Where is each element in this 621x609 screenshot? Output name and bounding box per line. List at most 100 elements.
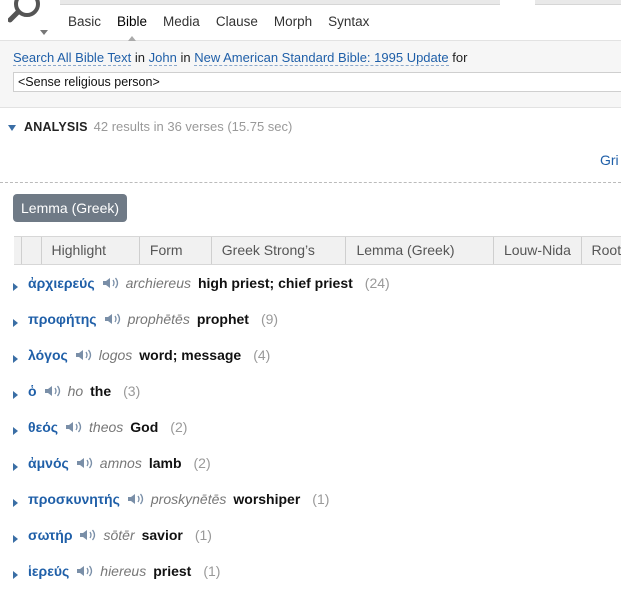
occurrence-count: (3) <box>123 383 141 399</box>
speaker-icon[interactable] <box>127 492 145 506</box>
tab-basic[interactable]: Basic <box>60 12 109 31</box>
search-type-tabs: Basic Bible Media Clause Morph Syntax <box>60 12 377 31</box>
column-header-lemma-greek[interactable]: Lemma (Greek) <box>346 237 494 264</box>
collapse-triangle-icon[interactable] <box>8 124 16 131</box>
occurrence-count: (1) <box>194 527 212 543</box>
expand-triangle-icon[interactable] <box>13 571 18 579</box>
drop-zone-divider <box>0 182 621 183</box>
speaker-icon[interactable] <box>76 456 94 470</box>
tab-clause[interactable]: Clause <box>208 12 266 31</box>
expand-triangle-icon[interactable] <box>13 355 18 363</box>
occurrence-count: (4) <box>253 347 271 363</box>
lemma-link[interactable]: ἱερεύς <box>28 563 69 579</box>
list-item[interactable]: ἀρχιερεύς archiereus high priest; chief … <box>0 270 621 306</box>
occurrence-count: (2) <box>193 455 211 471</box>
speaker-icon[interactable] <box>44 384 62 398</box>
gloss: God <box>130 419 159 435</box>
list-item[interactable]: σωτήρ sōtēr savior (1) <box>0 522 621 558</box>
search-toolbar: Basic Bible Media Clause Morph Syntax <box>0 0 621 41</box>
gloss: the <box>90 383 112 399</box>
lemma-link[interactable]: σωτήρ <box>28 527 72 543</box>
list-item[interactable]: ἱερεύς hiereus priest (1) <box>0 558 621 594</box>
column-header-greek-strongs[interactable]: Greek Strong’s <box>212 237 347 264</box>
occurrence-count: (24) <box>364 275 390 291</box>
grid-view-link[interactable]: Gri <box>600 152 619 168</box>
lemma-link[interactable]: ἀμνός <box>28 455 69 471</box>
tab-morph[interactable]: Morph <box>266 12 320 31</box>
expand-triangle-icon[interactable] <box>13 283 18 291</box>
transliteration: logos <box>98 347 133 363</box>
transliteration: hiereus <box>100 563 147 579</box>
analysis-label: ANALYSIS <box>24 120 88 134</box>
query-for-text: for <box>452 50 468 65</box>
group-by-lemma-button[interactable]: Lemma (Greek) <box>13 194 128 222</box>
transliteration: archiereus <box>125 275 191 291</box>
lemma-link[interactable]: λόγος <box>28 347 68 363</box>
occurrence-count: (2) <box>170 419 188 435</box>
list-item[interactable]: θεός theos God (2) <box>0 414 621 450</box>
column-spacer <box>14 237 22 264</box>
expand-triangle-icon[interactable] <box>13 427 18 435</box>
query-in-text-2: in <box>180 50 191 65</box>
column-header-form[interactable]: Form <box>140 237 212 264</box>
tab-strip-edge <box>60 0 500 5</box>
transliteration: sōtēr <box>103 527 135 543</box>
occurrence-count: (9) <box>260 311 279 327</box>
column-header-row: Highlight Form Greek Strong’s Lemma (Gre… <box>14 236 621 265</box>
gloss: worshiper <box>233 491 301 507</box>
list-item[interactable]: προσκυνητής proskynētēs worshiper (1) <box>0 486 621 522</box>
speaker-icon[interactable] <box>102 276 120 290</box>
tab-bible[interactable]: Bible <box>109 12 155 31</box>
expand-triangle-icon[interactable] <box>13 535 18 543</box>
expand-triangle-icon[interactable] <box>13 391 18 399</box>
speaker-icon[interactable] <box>79 528 97 542</box>
search-icon[interactable] <box>8 0 48 30</box>
column-header-highlight[interactable]: Highlight <box>42 237 140 264</box>
lemma-link[interactable]: ὁ <box>28 383 37 399</box>
transliteration: theos <box>89 419 124 435</box>
gloss: high priest; chief priest <box>197 275 353 291</box>
speaker-icon[interactable] <box>104 312 122 326</box>
query-bar: Search All Bible Text in John in New Ame… <box>0 41 621 108</box>
book-range-link[interactable]: John <box>148 50 177 66</box>
expand-triangle-icon[interactable] <box>13 319 18 327</box>
tab-syntax[interactable]: Syntax <box>320 12 377 31</box>
column-expander <box>22 237 42 264</box>
expand-triangle-icon[interactable] <box>13 463 18 471</box>
lemma-link[interactable]: προφήτης <box>28 311 97 327</box>
list-item[interactable]: ὁ ho the (3) <box>0 378 621 414</box>
transliteration: proskynētēs <box>150 491 227 507</box>
results-summary: 42 results in 36 verses (15.75 sec) <box>93 119 293 134</box>
lemma-link[interactable]: ἀρχιερεύς <box>28 275 95 291</box>
search-scope-link[interactable]: Search All Bible Text <box>13 50 132 66</box>
list-item[interactable]: ἀμνός amnos lamb (2) <box>0 450 621 486</box>
query-in-text: in <box>134 50 146 65</box>
lemma-result-list: ἀρχιερεύς archiereus high priest; chief … <box>0 270 621 594</box>
gloss: lamb <box>148 455 182 471</box>
analysis-header[interactable]: ANALYSIS 42 results in 36 verses (15.75 s… <box>8 119 292 134</box>
tab-media[interactable]: Media <box>155 12 208 31</box>
column-header-louw-nida[interactable]: Louw-Nida <box>494 237 582 264</box>
query-description: Search All Bible Text in John in New Ame… <box>13 50 468 66</box>
speaker-icon[interactable] <box>75 348 93 362</box>
bible-version-link[interactable]: New American Standard Bible: 1995 Update <box>194 50 449 66</box>
list-item[interactable]: λόγος logos word; message (4) <box>0 342 621 378</box>
transliteration: amnos <box>99 455 142 471</box>
gloss: savior <box>141 527 183 543</box>
gloss: prophet <box>196 311 249 327</box>
chevron-down-icon[interactable] <box>40 30 48 35</box>
transliteration: prophētēs <box>127 311 190 327</box>
list-item[interactable]: προφήτης prophētēs prophet (9) <box>0 306 621 342</box>
occurrence-count: (1) <box>312 491 330 507</box>
lemma-link[interactable]: προσκυνητής <box>28 491 120 507</box>
lemma-link[interactable]: θεός <box>28 419 58 435</box>
gloss: priest <box>153 563 192 579</box>
search-input[interactable] <box>13 72 621 92</box>
column-header-root[interactable]: Root <box>582 237 621 264</box>
speaker-icon[interactable] <box>65 420 83 434</box>
transliteration: ho <box>67 383 84 399</box>
expand-triangle-icon[interactable] <box>13 499 18 507</box>
gloss: word; message <box>139 347 242 363</box>
tab-strip-edge-right <box>535 0 621 5</box>
speaker-icon[interactable] <box>76 564 94 578</box>
